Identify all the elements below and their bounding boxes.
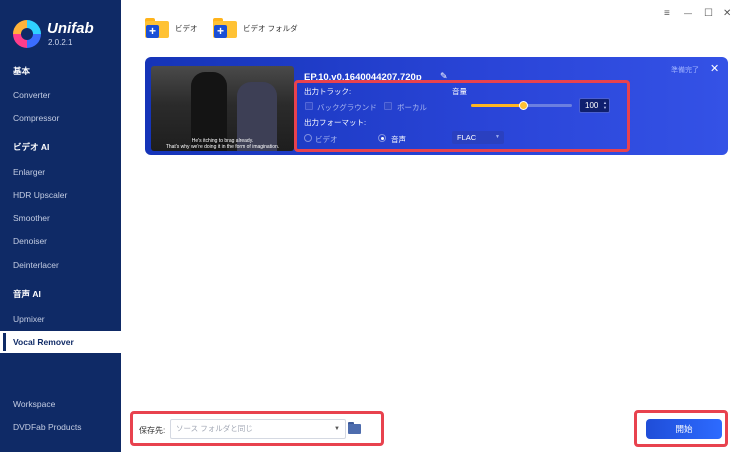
sidebar-item-workspace[interactable]: Workspace <box>0 393 121 415</box>
thumbnail-subtitle: That's why we're doing it in the form of… <box>165 144 280 150</box>
video-thumbnail: He's itching to brag already. That's why… <box>151 66 294 151</box>
sidebar-item-denoiser[interactable]: Denoiser <box>0 230 121 252</box>
minimize-icon[interactable]: — <box>684 9 692 18</box>
add-video-folder-button[interactable]: + ビデオ フォルダ <box>213 18 298 38</box>
sidebar-item-deinterlacer[interactable]: Deinterlacer <box>0 254 121 276</box>
chevron-down-icon: ▼ <box>334 426 340 432</box>
sidebar: Unifab 2.0.2.1 基本 Converter Compressor ビ… <box>0 0 121 452</box>
task-status: 準備完了 <box>671 67 699 74</box>
sidebar-item-upmixer[interactable]: Upmixer <box>0 308 121 330</box>
menu-icon[interactable]: ≡ <box>664 8 670 19</box>
sidebar-item-dvdfab-products[interactable]: DVDFab Products <box>0 416 121 438</box>
unifab-logo-icon <box>13 20 41 48</box>
save-path-value: ソース フォルダと同じ <box>176 424 253 433</box>
sidebar-item-vocal-remover[interactable]: Vocal Remover <box>0 331 121 353</box>
add-folder-icon: + <box>145 18 169 38</box>
add-video-folder-label: ビデオ フォルダ <box>243 23 298 33</box>
sidebar-item-hdr-upscaler[interactable]: HDR Upscaler <box>0 184 121 206</box>
sidebar-item-compressor[interactable]: Compressor <box>0 107 121 129</box>
save-path-select[interactable]: ソース フォルダと同じ ▼ <box>170 419 346 439</box>
brand-name: Unifab <box>47 20 94 37</box>
remove-task-icon[interactable]: ✕ <box>710 62 719 75</box>
add-folder-icon: + <box>213 18 237 38</box>
section-title-audio-ai: 音声 AI <box>13 289 41 299</box>
save-to-label: 保存先: <box>139 426 166 435</box>
add-video-label: ビデオ <box>175 23 198 33</box>
app-version: 2.0.2.1 <box>48 38 73 47</box>
maximize-icon[interactable]: ☐ <box>704 8 713 19</box>
sidebar-item-converter[interactable]: Converter <box>0 84 121 106</box>
sidebar-item-enlarger[interactable]: Enlarger <box>0 161 121 183</box>
start-button[interactable]: 開始 <box>646 419 722 439</box>
browse-folder-icon[interactable] <box>348 422 362 435</box>
add-video-button[interactable]: + ビデオ <box>145 18 198 38</box>
sidebar-item-smoother[interactable]: Smoother <box>0 207 121 229</box>
window-close-icon[interactable]: ✕ <box>723 8 731 19</box>
section-title-video-ai: ビデオ AI <box>13 142 50 152</box>
section-title-basic: 基本 <box>13 66 31 76</box>
highlight-box-settings <box>294 80 630 152</box>
